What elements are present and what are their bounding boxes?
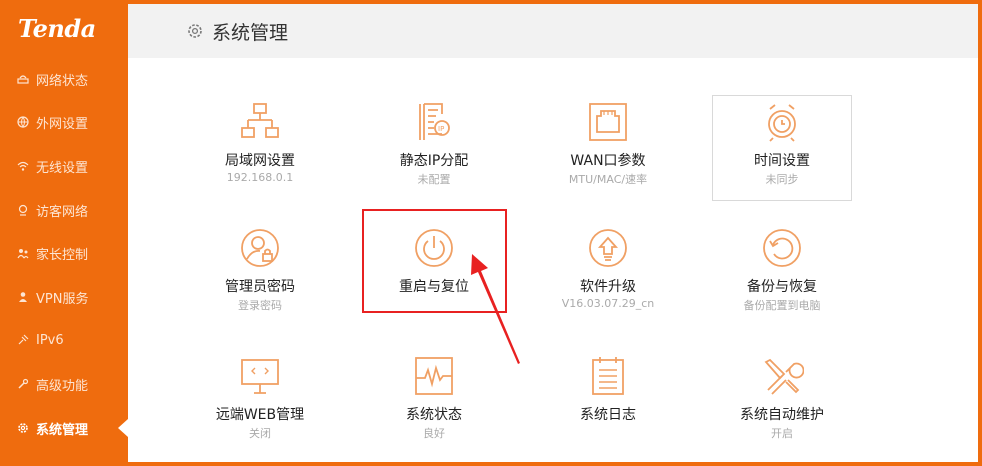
sidebar-item-system-management[interactable]: 系统管理 [0, 406, 128, 450]
remote-web-icon [238, 354, 282, 398]
sidebar-item-network-status[interactable]: 网络状态 [0, 57, 128, 101]
sidebar-item-vpn[interactable]: VPN服务 [0, 275, 128, 319]
backup-restore-icon [760, 226, 804, 270]
parental-icon [16, 246, 30, 260]
tile-wan-port[interactable]: WAN口参数 MTU/MAC/速率 [538, 96, 678, 202]
tile-label: 系统日志 [580, 407, 636, 423]
tile-status: 192.168.0.1 [226, 171, 294, 184]
gear-icon [188, 24, 202, 38]
globe-icon [16, 115, 30, 129]
sidebar-item-label: 网络状态 [36, 73, 89, 89]
tile-label: 管理员密码 [225, 279, 295, 295]
tile-label: 系统自动维护 [740, 407, 824, 423]
tile-label: 系统状态 [406, 407, 462, 423]
sidebar-item-guest-network[interactable]: 访客网络 [0, 188, 128, 232]
tile-status: 未同步 [765, 173, 799, 186]
tile-label: 软件升级 [580, 279, 636, 295]
sidebar-item-label: 家长控制 [36, 247, 89, 263]
tools-icon [16, 377, 30, 391]
tile-label: 远端WEB管理 [215, 407, 305, 423]
sidebar: Tenda 网络状态 外网设置 无线设置 访客网络 家长控制 VPN服务 IPv… [0, 0, 128, 466]
router-icon [16, 72, 30, 86]
wan-port-icon [586, 100, 630, 144]
tile-system-log[interactable]: 系统日志 [538, 350, 678, 456]
tile-status: 开启 [771, 427, 793, 440]
sidebar-item-label: IPv6 [36, 332, 64, 348]
sidebar-item-parental-control[interactable]: 家长控制 [0, 231, 128, 275]
tile-status: 备份配置到电脑 [743, 299, 821, 312]
tile-system-status[interactable]: 系统状态 良好 [364, 350, 504, 456]
lan-icon [238, 100, 282, 144]
sidebar-item-ipv6[interactable]: IPv6 [0, 318, 128, 362]
svg-text:IP: IP [438, 125, 444, 133]
tenda-logo: Tenda [18, 14, 96, 43]
system-management-panel: 局域网设置 192.168.0.1 IP 静态IP分配 未配置 WAN口参数 M… [128, 58, 978, 462]
tile-backup-restore[interactable]: 备份与恢复 备份配置到电脑 [712, 222, 852, 328]
sidebar-item-label: 无线设置 [36, 160, 89, 176]
upgrade-icon [586, 226, 630, 270]
tile-label: 备份与恢复 [747, 279, 817, 295]
ipv6-icon [16, 333, 30, 347]
tile-auto-maintenance[interactable]: 系统自动维护 开启 [712, 350, 852, 456]
tile-remote-web-management[interactable]: 远端WEB管理 关闭 [190, 350, 330, 456]
wifi-icon [16, 159, 30, 173]
tile-lan-settings[interactable]: 局域网设置 192.168.0.1 [190, 96, 330, 202]
tile-static-ip[interactable]: IP 静态IP分配 未配置 [364, 96, 504, 202]
sidebar-item-label: 高级功能 [36, 378, 89, 394]
tile-admin-password[interactable]: 管理员密码 登录密码 [190, 222, 330, 328]
tile-label: 时间设置 [754, 153, 810, 169]
vpn-icon [16, 290, 30, 304]
sidebar-item-wireless[interactable]: 无线设置 [0, 144, 128, 188]
system-log-icon [586, 354, 630, 398]
tile-status: 未配置 [417, 173, 451, 186]
page-header: 系统管理 [128, 4, 978, 58]
gear-icon [16, 421, 30, 435]
clock-icon [760, 100, 804, 144]
tile-time-settings[interactable]: 时间设置 未同步 [712, 95, 852, 201]
admin-password-icon [238, 226, 282, 270]
tile-status: V16.03.07.29_cn [561, 297, 655, 310]
sidebar-item-wan-settings[interactable]: 外网设置 [0, 100, 128, 144]
sidebar-item-label: 访客网络 [36, 204, 89, 220]
tile-reboot-reset[interactable]: 重启与复位 [364, 222, 504, 328]
tile-status: MTU/MAC/速率 [568, 173, 648, 186]
system-status-icon [412, 354, 456, 398]
static-ip-icon: IP [412, 100, 456, 144]
sidebar-item-label: 系统管理 [36, 422, 89, 438]
tile-label: 静态IP分配 [399, 153, 469, 169]
tile-status: 良好 [423, 427, 445, 440]
tile-status: 登录密码 [238, 299, 282, 312]
sidebar-item-advanced[interactable]: 高级功能 [0, 362, 128, 406]
power-icon [412, 226, 456, 270]
tile-label: 局域网设置 [225, 153, 295, 169]
tile-software-upgrade[interactable]: 软件升级 V16.03.07.29_cn [538, 222, 678, 328]
sidebar-item-label: 外网设置 [36, 116, 89, 132]
tile-status: 关闭 [249, 427, 271, 440]
sidebar-item-label: VPN服务 [36, 291, 89, 307]
tile-label: WAN口参数 [570, 153, 646, 169]
tile-label: 重启与复位 [399, 279, 469, 295]
page-title: 系统管理 [212, 21, 289, 44]
maintenance-icon [760, 354, 805, 398]
guest-icon [16, 203, 30, 217]
